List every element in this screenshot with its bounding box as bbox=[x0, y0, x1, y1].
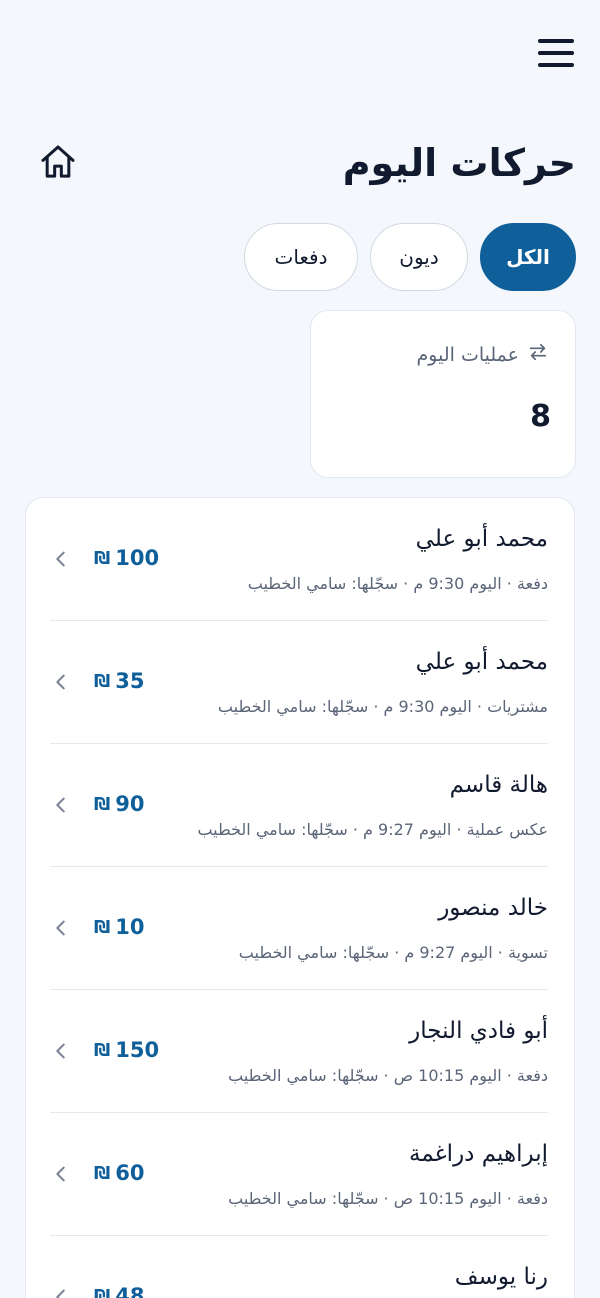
chevron-left-icon bbox=[50, 1040, 72, 1062]
amount-value: 60 bbox=[115, 1161, 145, 1185]
transaction-amount: ₪ 150 bbox=[94, 1038, 159, 1062]
transaction-row[interactable]: رنا يوسف ₪ 48 bbox=[50, 1236, 548, 1298]
customer-name: رنا يوسف bbox=[454, 1264, 548, 1290]
chevron-left-icon bbox=[50, 1286, 72, 1298]
shekel-icon: ₪ bbox=[94, 916, 111, 938]
transaction-amount: ₪ 35 bbox=[94, 669, 145, 693]
customer-name: خالد منصور bbox=[438, 895, 548, 921]
tab-debts[interactable]: ديون bbox=[370, 223, 468, 291]
amount-value: 35 bbox=[115, 669, 145, 693]
stat-label: عمليات اليوم bbox=[416, 343, 519, 366]
transaction-meta: دفعة · اليوم 9:30 م · سجّلها: سامي الخطي… bbox=[247, 574, 548, 593]
chevron-left-icon bbox=[50, 794, 72, 816]
chevron-left-icon bbox=[50, 671, 72, 693]
home-icon[interactable] bbox=[38, 142, 78, 182]
today-operations-card: عمليات اليوم 8 bbox=[310, 310, 576, 478]
transaction-meta: دفعة · اليوم 10:15 ص · سجّلها: سامي الخط… bbox=[228, 1189, 548, 1208]
transaction-amount: ₪ 48 bbox=[94, 1284, 145, 1298]
transactions-list: محمد أبو علي دفعة · اليوم 9:30 م · سجّله… bbox=[25, 497, 575, 1298]
tab-payments[interactable]: دفعات bbox=[244, 223, 358, 291]
transaction-meta: عكس عملية · اليوم 9:27 م · سجّلها: سامي … bbox=[197, 820, 548, 839]
amount-value: 150 bbox=[115, 1038, 160, 1062]
customer-name: محمد أبو علي bbox=[415, 526, 548, 552]
transaction-row[interactable]: خالد منصور تسوية · اليوم 9:27 م · سجّلها… bbox=[50, 867, 548, 990]
filter-tabs: الكل ديون دفعات bbox=[244, 223, 576, 291]
transaction-row[interactable]: محمد أبو علي مشتريات · اليوم 9:30 م · سج… bbox=[50, 621, 548, 744]
transaction-row[interactable]: أبو فادي النجار دفعة · اليوم 10:15 ص · س… bbox=[50, 990, 548, 1113]
stat-label-row: عمليات اليوم bbox=[417, 341, 549, 368]
transaction-row[interactable]: هالة قاسم عكس عملية · اليوم 9:27 م · سجّ… bbox=[50, 744, 548, 867]
shekel-icon: ₪ bbox=[94, 1162, 111, 1184]
customer-name: إبراهيم دراغمة bbox=[409, 1141, 548, 1167]
transaction-amount: ₪ 60 bbox=[94, 1161, 145, 1185]
chevron-left-icon bbox=[50, 917, 72, 939]
amount-value: 48 bbox=[115, 1284, 145, 1298]
shekel-icon: ₪ bbox=[94, 793, 111, 815]
transaction-amount: ₪ 10 bbox=[94, 915, 145, 939]
amount-value: 10 bbox=[115, 915, 145, 939]
customer-name: محمد أبو علي bbox=[415, 649, 548, 675]
shekel-icon: ₪ bbox=[94, 1285, 111, 1298]
menu-icon[interactable] bbox=[536, 36, 576, 70]
transaction-amount: ₪ 90 bbox=[94, 792, 145, 816]
page: حركات اليوم الكل ديون دفعات عمليات اليوم… bbox=[0, 0, 600, 1298]
transaction-meta: تسوية · اليوم 9:27 م · سجّلها: سامي الخط… bbox=[238, 943, 548, 962]
stat-value: 8 bbox=[530, 399, 551, 434]
chevron-left-icon bbox=[50, 1163, 72, 1185]
transaction-meta: دفعة · اليوم 10:15 ص · سجّلها: سامي الخط… bbox=[228, 1066, 548, 1085]
transaction-row[interactable]: محمد أبو علي دفعة · اليوم 9:30 م · سجّله… bbox=[50, 498, 548, 621]
customer-name: أبو فادي النجار bbox=[409, 1018, 548, 1044]
tab-all[interactable]: الكل bbox=[480, 223, 576, 291]
shekel-icon: ₪ bbox=[94, 547, 111, 569]
amount-value: 100 bbox=[115, 546, 160, 570]
amount-value: 90 bbox=[115, 792, 145, 816]
transaction-amount: ₪ 100 bbox=[94, 546, 159, 570]
shekel-icon: ₪ bbox=[94, 1039, 111, 1061]
transaction-row[interactable]: إبراهيم دراغمة دفعة · اليوم 10:15 ص · سج… bbox=[50, 1113, 548, 1236]
exchange-arrows-icon bbox=[527, 341, 549, 368]
shekel-icon: ₪ bbox=[94, 670, 111, 692]
chevron-left-icon bbox=[50, 548, 72, 570]
customer-name: هالة قاسم bbox=[449, 772, 548, 798]
transaction-meta: مشتريات · اليوم 9:30 م · سجّلها: سامي ال… bbox=[217, 697, 548, 716]
page-title: حركات اليوم bbox=[342, 141, 576, 185]
